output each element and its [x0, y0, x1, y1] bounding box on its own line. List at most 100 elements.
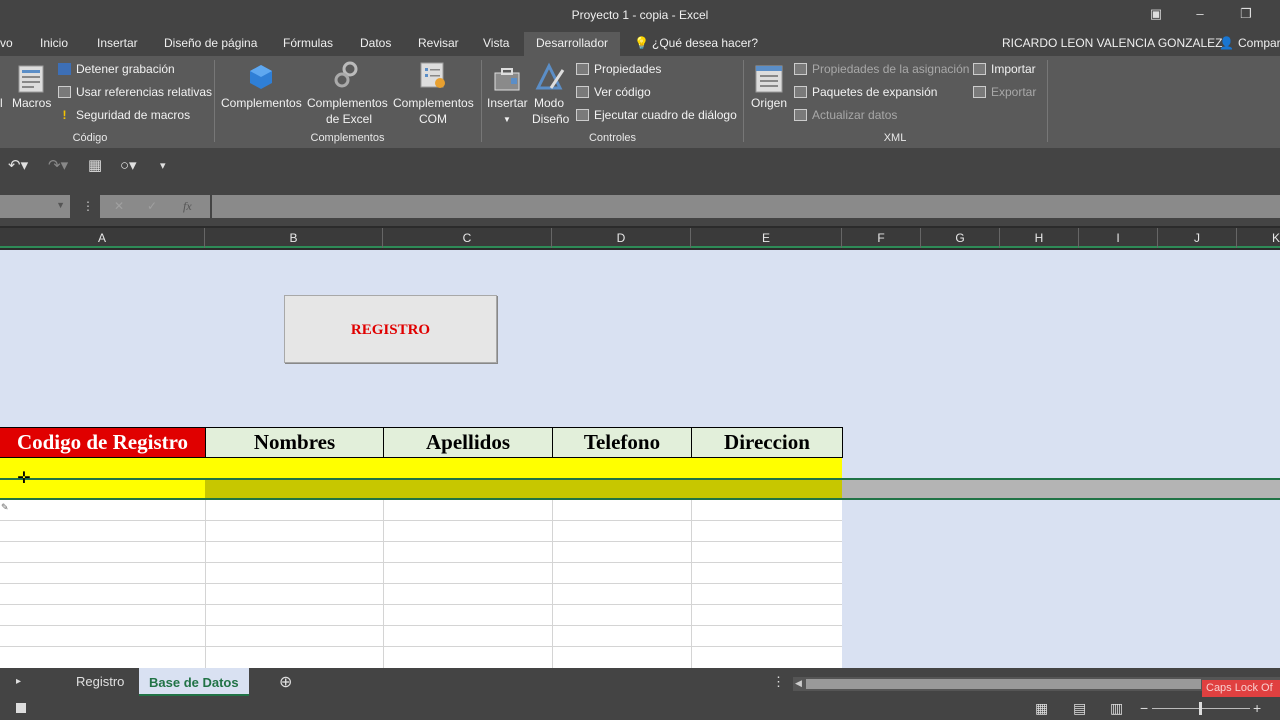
scroll-left-icon[interactable]: ◀ [795, 678, 802, 689]
xml-source-button[interactable]: Origen [751, 96, 787, 111]
column-header-k[interactable]: K [1237, 228, 1280, 248]
stop-recording-button[interactable]: Detener grabación [58, 62, 175, 76]
tab-archivo[interactable]: vo [0, 36, 13, 50]
tab-datos[interactable]: Datos [360, 36, 391, 50]
ribbon-display-options-icon[interactable]: ▣ [1146, 6, 1166, 24]
column-header-h[interactable]: H [1000, 228, 1079, 248]
restore-icon[interactable]: ❐ [1236, 6, 1256, 24]
scrollbar-grip-icon[interactable]: ⋮ [772, 674, 785, 690]
column-header-f[interactable]: F [842, 228, 921, 248]
zoom-in-icon[interactable]: + [1253, 700, 1261, 716]
visual-basic-button[interactable]: l [0, 96, 3, 111]
column-header-d[interactable]: D [552, 228, 691, 248]
customize-qat-chevron-icon[interactable]: ▾ [160, 159, 166, 172]
group-label-xml: XML [883, 132, 907, 144]
add-sheet-icon[interactable]: ⊕ [279, 672, 292, 692]
name-box[interactable]: ▼ [0, 195, 70, 218]
form-icon[interactable]: ▦ [88, 156, 102, 174]
refresh-data-button[interactable]: Actualizar datos [794, 108, 897, 122]
grid-line [0, 583, 842, 584]
tab-desarrollador[interactable]: Desarrollador [524, 32, 621, 56]
tab-insertar[interactable]: Insertar [97, 36, 138, 50]
import-button[interactable]: Importar [973, 62, 1036, 76]
header-direccion[interactable]: Direccion [691, 427, 843, 458]
enter-check-icon[interactable]: ✓ [147, 199, 157, 213]
paste-options-icon[interactable]: ✎ [1, 502, 9, 513]
group-label-complementos: Complementos [310, 132, 385, 144]
properties-button[interactable]: Propiedades [576, 62, 661, 76]
page-layout-view-icon[interactable]: ▤ [1073, 700, 1086, 717]
user-name[interactable]: RICARDO LEON VALENCIA GONZALEZ [1002, 36, 1223, 50]
tell-me-search[interactable]: ¿Qué desea hacer? [652, 36, 758, 50]
grid-line [691, 500, 692, 668]
header-telefono[interactable]: Telefono [552, 427, 692, 458]
cancel-icon[interactable]: ✕ [114, 199, 124, 213]
name-box-chevron-icon[interactable]: ▼ [56, 200, 65, 210]
header-codigo-registro[interactable]: Codigo de Registro [0, 427, 206, 458]
insert-controls-button[interactable]: Insertar [487, 96, 528, 111]
scroll-tabs-right-icon[interactable]: ▸ [16, 676, 21, 687]
column-header-j[interactable]: J [1158, 228, 1237, 248]
xml-source-icon [755, 65, 783, 93]
undo-icon[interactable]: ↶▾ [8, 156, 28, 174]
minimize-icon[interactable]: – [1190, 6, 1210, 24]
relative-references-button[interactable]: Usar referencias relativas [58, 85, 212, 99]
insert-function-icon[interactable]: fx [183, 199, 192, 214]
data-grid[interactable]: ✎ [0, 500, 842, 668]
registro-button[interactable]: REGISTRO [284, 295, 497, 363]
column-header-e[interactable]: E [691, 228, 842, 248]
com-addins-button[interactable]: Complementos [393, 96, 474, 111]
selected-row-range[interactable] [205, 480, 842, 498]
map-properties-button[interactable]: Propiedades de la asignación [794, 62, 969, 76]
shapes-oval-icon[interactable]: ○▾ [120, 156, 137, 174]
column-header-a[interactable]: A [0, 228, 205, 248]
column-header-b[interactable]: B [205, 228, 383, 248]
formula-input[interactable] [212, 195, 1280, 218]
zoom-slider-thumb[interactable] [1199, 702, 1202, 715]
grid-line [0, 562, 842, 563]
ribbon: l Macros Detener grabación Usar referenc… [0, 56, 1280, 148]
grid-line [0, 520, 842, 521]
worksheet[interactable]: REGISTRO Codigo de Registro Nombres Apel… [0, 250, 1280, 668]
page-break-view-icon[interactable]: ▥ [1110, 700, 1123, 717]
tab-revisar[interactable]: Revisar [418, 36, 459, 50]
macros-button[interactable]: Macros [12, 96, 51, 111]
group-separator [743, 60, 744, 142]
sheet-tab-registro[interactable]: Registro [76, 674, 124, 689]
export-button[interactable]: Exportar [973, 85, 1036, 99]
group-separator [1047, 60, 1048, 142]
group-separator [481, 60, 482, 142]
run-dialog-button[interactable]: Ejecutar cuadro de diálogo [576, 108, 737, 122]
horizontal-scrollbar-thumb[interactable] [806, 679, 1201, 689]
redo-icon[interactable]: ↷▾ [48, 156, 68, 174]
design-mode-button[interactable]: Modo [534, 96, 564, 111]
header-nombres[interactable]: Nombres [205, 427, 384, 458]
com-addins-icon [420, 62, 445, 88]
map-properties-icon [794, 63, 807, 75]
grid-line [0, 625, 842, 626]
title-bar: Proyecto 1 - copia - Excel ▣ – ❐ [0, 0, 1280, 30]
highlight-row[interactable] [0, 458, 842, 478]
column-header-i[interactable]: I [1079, 228, 1158, 248]
tab-formulas[interactable]: Fórmulas [283, 36, 333, 50]
header-apellidos[interactable]: Apellidos [383, 427, 553, 458]
column-header-c[interactable]: C [383, 228, 552, 248]
macro-security-button[interactable]: ! Seguridad de macros [58, 108, 191, 122]
tab-diseno-pagina[interactable]: Diseño de página [164, 36, 257, 50]
excel-addins-button[interactable]: Complementos [307, 96, 388, 111]
expansion-packs-button[interactable]: Paquetes de expansión [794, 85, 937, 99]
selected-row[interactable] [0, 478, 1280, 500]
addins-button[interactable]: Complementos [221, 96, 302, 111]
view-code-button[interactable]: Ver código [576, 85, 651, 99]
normal-view-icon[interactable]: ▦ [1035, 700, 1048, 717]
tab-vista[interactable]: Vista [483, 36, 509, 50]
insert-dropdown-chevron-icon[interactable]: ▼ [503, 112, 511, 127]
zoom-out-icon[interactable]: − [1140, 700, 1148, 716]
macros-icon [18, 65, 44, 93]
tab-inicio[interactable]: Inicio [40, 36, 68, 50]
column-header-g[interactable]: G [921, 228, 1000, 248]
macro-record-icon[interactable] [16, 703, 26, 713]
sheet-tab-base-de-datos[interactable]: Base de Datos [139, 668, 249, 696]
share-button[interactable]: Compar [1238, 36, 1280, 50]
group-label-codigo: Código [72, 132, 108, 144]
